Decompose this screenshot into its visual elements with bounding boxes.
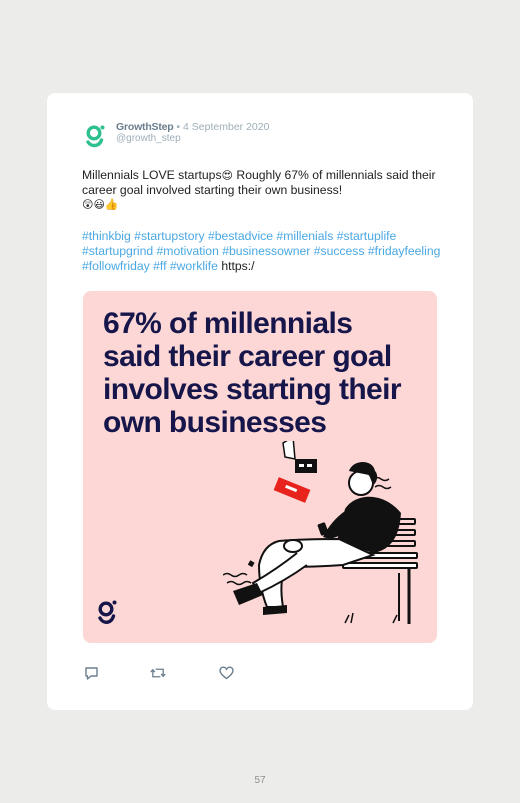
- heart-eyes-emoji: 😍: [221, 169, 234, 182]
- media-headline: 67% of millennials said their career goa…: [103, 307, 402, 439]
- like-icon: [218, 666, 234, 680]
- tweet-media-image[interactable]: 67% of millennials said their career goa…: [83, 291, 437, 643]
- reply-icon: [84, 667, 98, 680]
- retweet-icon: [150, 668, 166, 678]
- tweet-card: GrowthStep • 4 September 2020 @growth_st…: [47, 93, 473, 710]
- hashtag-list[interactable]: #thinkbig #startupstory #bestadvice #mil…: [82, 229, 440, 273]
- tweet-text-part1: Millennials LOVE startups: [82, 168, 222, 182]
- tweet-actions: [83, 665, 234, 681]
- page-number: 57: [254, 775, 266, 786]
- person-on-bench-illustration: [223, 441, 418, 624]
- growthstep-media-logo: [98, 600, 117, 624]
- meta-separator: •: [176, 121, 181, 133]
- tweet-date[interactable]: 4 September 2020: [183, 121, 269, 133]
- author-name[interactable]: GrowthStep: [116, 121, 174, 133]
- reaction-emojis: 😲😃👍: [82, 198, 119, 211]
- reply-button[interactable]: [83, 665, 99, 681]
- like-button[interactable]: [218, 665, 234, 681]
- tweet-body: Millennials LOVE startups😍 Roughly 67% o…: [82, 168, 442, 212]
- retweet-button[interactable]: [150, 665, 166, 681]
- growthstep-logo-avatar[interactable]: [83, 123, 109, 149]
- tweet-header: GrowthStep • 4 September 2020 @growth_st…: [83, 121, 269, 149]
- hashtag-block: #thinkbig #startupstory #bestadvice #mil…: [82, 229, 442, 274]
- tweet-link[interactable]: https:/: [221, 259, 254, 273]
- author-block: GrowthStep • 4 September 2020 @growth_st…: [116, 121, 269, 145]
- author-handle[interactable]: @growth_step: [116, 133, 269, 145]
